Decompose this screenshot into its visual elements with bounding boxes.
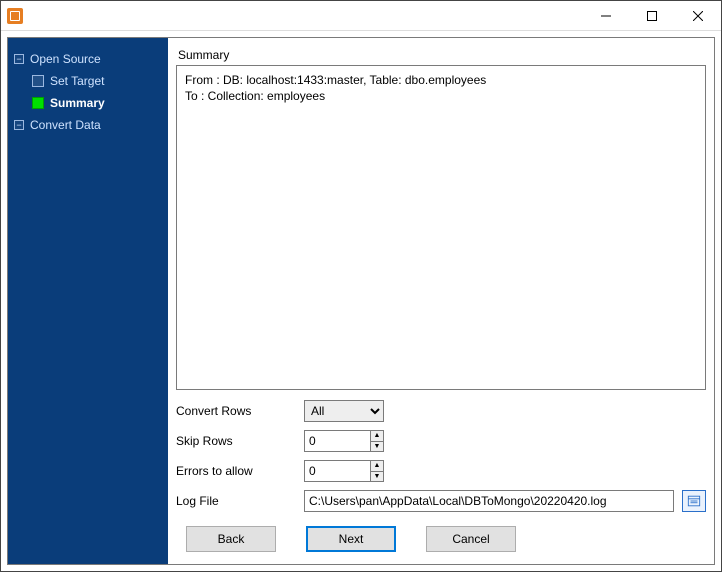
- maximize-button[interactable]: [629, 1, 675, 30]
- sidebar-item-open-source[interactable]: − Open Source: [14, 48, 162, 70]
- spinner-up-icon[interactable]: ▲: [371, 461, 383, 472]
- main-panel: Summary From : DB: localhost:1433:master…: [168, 38, 714, 564]
- spinner-up-icon[interactable]: ▲: [371, 431, 383, 442]
- errors-allow-label: Errors to allow: [176, 464, 296, 478]
- row-skip-rows: Skip Rows ▲ ▼: [176, 430, 706, 452]
- convert-rows-label: Convert Rows: [176, 404, 296, 418]
- app-window: − Open Source Set Target Summary − Conve…: [0, 0, 722, 572]
- spinner-down-icon[interactable]: ▼: [371, 442, 383, 452]
- sidebar-item-label: Set Target: [50, 74, 104, 88]
- minimize-button[interactable]: [583, 1, 629, 30]
- convert-rows-select[interactable]: All: [304, 400, 384, 422]
- log-file-label: Log File: [176, 494, 296, 508]
- sidebar-item-label: Summary: [50, 96, 105, 110]
- row-errors-allow: Errors to allow ▲ ▼: [176, 460, 706, 482]
- cancel-button[interactable]: Cancel: [426, 526, 516, 552]
- folder-icon: [687, 494, 701, 508]
- spinner-down-icon[interactable]: ▼: [371, 472, 383, 482]
- skip-rows-input[interactable]: [305, 431, 370, 451]
- close-button[interactable]: [675, 1, 721, 30]
- wizard-sidebar: − Open Source Set Target Summary − Conve…: [8, 38, 168, 564]
- row-log-file: Log File: [176, 490, 706, 512]
- step-box-icon: [32, 97, 44, 109]
- app-icon: [7, 8, 23, 24]
- tree-toggle-icon: −: [14, 54, 24, 64]
- step-box-icon: [32, 75, 44, 87]
- browse-log-button[interactable]: [682, 490, 706, 512]
- summary-title: Summary: [176, 42, 706, 65]
- sidebar-item-label: Open Source: [30, 52, 101, 66]
- log-file-input[interactable]: [304, 490, 674, 512]
- errors-allow-input[interactable]: [305, 461, 370, 481]
- options-form: Convert Rows All Skip Rows ▲ ▼: [176, 390, 706, 512]
- sidebar-item-summary[interactable]: Summary: [14, 92, 162, 114]
- summary-textbox[interactable]: From : DB: localhost:1433:master, Table:…: [176, 65, 706, 390]
- sidebar-item-label: Convert Data: [30, 118, 101, 132]
- body-area: − Open Source Set Target Summary − Conve…: [7, 37, 715, 565]
- wizard-buttons: Back Next Cancel: [176, 512, 706, 554]
- skip-rows-label: Skip Rows: [176, 434, 296, 448]
- row-convert-rows: Convert Rows All: [176, 400, 706, 422]
- titlebar: [1, 1, 721, 31]
- tree-toggle-icon: −: [14, 120, 24, 130]
- sidebar-item-convert-data[interactable]: − Convert Data: [14, 114, 162, 136]
- errors-allow-spinner[interactable]: ▲ ▼: [304, 460, 384, 482]
- skip-rows-spinner[interactable]: ▲ ▼: [304, 430, 384, 452]
- window-controls: [583, 1, 721, 30]
- next-button[interactable]: Next: [306, 526, 396, 552]
- sidebar-item-set-target[interactable]: Set Target: [14, 70, 162, 92]
- back-button[interactable]: Back: [186, 526, 276, 552]
